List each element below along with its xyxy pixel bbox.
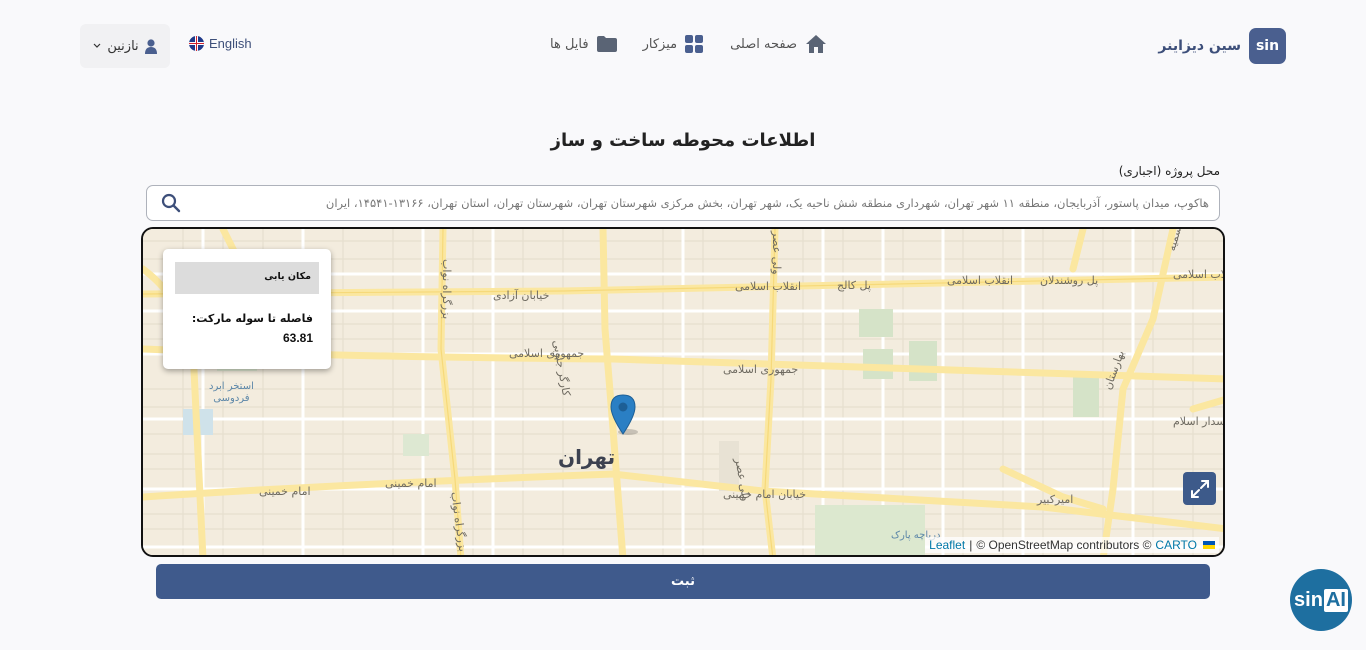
map[interactable]: خیابان آزادی انقلاب اسلامی پل کالج انقلا… — [141, 227, 1225, 557]
folder-icon — [596, 36, 617, 52]
map-street-label: جمهوری اسلامی — [723, 363, 799, 376]
map-marker-icon[interactable] — [610, 394, 638, 436]
map-city-label: تهران — [558, 445, 616, 469]
brand-name: سین دیزاینر — [1158, 38, 1241, 54]
map-poi-pool-label: استخر ابرد فردوسی — [209, 381, 254, 404]
user-icon — [144, 38, 157, 54]
location-input[interactable] — [187, 186, 1209, 220]
map-street-label: خیابان آزادی — [493, 289, 550, 302]
map-street-label: انقلاب اسلامی — [735, 280, 801, 293]
chat-assistant-button[interactable]: sin AI — [1290, 569, 1352, 631]
map-street-label: پاسدار اسلام — [1173, 415, 1225, 428]
expand-icon — [1190, 479, 1209, 498]
ukraine-flag-icon — [1203, 541, 1215, 549]
header: sin سین دیزاینر صفحه اصلی میزکار فایل ها… — [0, 0, 1366, 90]
nav-item-home[interactable]: صفحه اصلی — [730, 34, 827, 54]
popup-header: مکان یابی — [175, 262, 319, 294]
grid-icon — [685, 34, 704, 53]
map-street-label: خیابان امام خمینی — [723, 488, 807, 501]
nav-item-dashboard[interactable]: میزکار — [642, 34, 705, 54]
chevron-down-icon — [93, 43, 101, 48]
map-street-label: ولی عصر — [770, 231, 783, 275]
popup-distance-label: فاصله تا سوله مارکت: — [191, 312, 313, 325]
map-street-label: امیرکبیر — [1037, 493, 1074, 506]
map-street-label: امام خمینی — [385, 477, 437, 490]
map-street-label: امام خمینی — [259, 485, 311, 498]
user-name: نازنین — [107, 38, 139, 54]
leaflet-link[interactable]: Leaflet — [929, 538, 965, 552]
language-switch[interactable]: English — [189, 36, 252, 51]
user-menu[interactable]: نازنین — [80, 24, 170, 68]
map-street-label: بزرگراه نواب — [440, 259, 453, 320]
nav-label-dashboard: میزکار — [642, 36, 678, 52]
location-label: محل پروژه (اجباری) — [1118, 164, 1220, 178]
map-street-label: جمهوری اسلامی — [509, 347, 585, 360]
map-street-label: پل کالج — [837, 279, 871, 292]
map-poi-pool: استخر ابرد فردوسی — [209, 381, 254, 405]
popup-distance-value: 63.81 — [282, 331, 313, 345]
chat-label-sin: sin — [1294, 588, 1323, 611]
osm-credit: © OpenStreetMap contributors © — [976, 538, 1152, 552]
map-street-label: انقلاب اسلامی — [947, 274, 1013, 287]
nav-label-home: صفحه اصلی — [730, 36, 797, 52]
main-nav: صفحه اصلی میزکار فایل ها — [550, 34, 827, 54]
nav-label-files: فایل ها — [550, 36, 589, 52]
map-attribution: Leaflet | © OpenStreetMap contributors ©… — [925, 537, 1219, 553]
search-icon[interactable] — [161, 193, 181, 213]
language-label: English — [209, 36, 252, 51]
map-street-label: انقلاب اسلامی — [1173, 268, 1225, 281]
nav-item-files[interactable]: فایل ها — [550, 36, 617, 52]
brand[interactable]: sin سین دیزاینر — [1158, 28, 1286, 64]
map-street-label: پل روشندلان — [1040, 274, 1099, 287]
uk-flag-icon — [189, 36, 204, 51]
map-popup: مکان یابی فاصله تا سوله مارکت: 63.81 — [163, 249, 331, 369]
page-title: اطلاعات محوطه ساخت و ساز — [550, 130, 816, 151]
fullscreen-button[interactable] — [1183, 472, 1216, 505]
attribution-separator: | — [969, 538, 973, 552]
location-search — [146, 185, 1220, 221]
carto-link[interactable]: CARTO — [1155, 538, 1197, 552]
chat-label-ai: AI — [1323, 588, 1348, 612]
brand-logo: sin — [1249, 28, 1286, 64]
submit-button[interactable]: ثبت — [156, 564, 1210, 599]
home-icon — [806, 35, 826, 53]
